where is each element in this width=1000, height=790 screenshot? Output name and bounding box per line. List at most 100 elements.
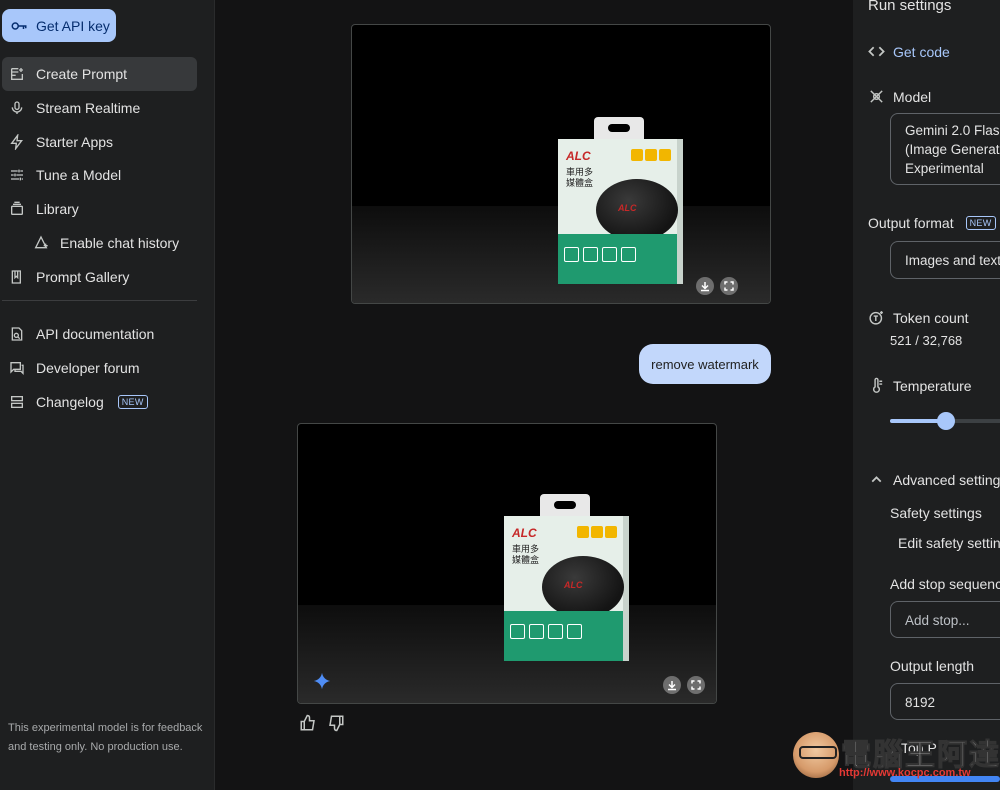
user-message-bubble: remove watermark <box>639 344 771 384</box>
tune-icon <box>8 166 26 184</box>
output-image[interactable]: ALC 車用多媒體盒 ALC <box>297 423 717 704</box>
sidebar-item-starter-apps[interactable]: Starter Apps <box>2 125 197 159</box>
site-watermark: 電腦王阿達 http://www.kocpc.com.tw <box>793 730 1000 785</box>
thermometer-icon <box>872 377 883 393</box>
input-image[interactable]: ALC 車用多媒體盒 ALC <box>351 24 771 304</box>
advanced-settings-label: Advanced settings <box>893 471 1000 488</box>
download-icon[interactable] <box>663 676 681 694</box>
product-disc: ALC <box>596 179 678 241</box>
box-band-icons <box>564 247 636 262</box>
experimental-disclaimer: This experimental model is for feedback … <box>8 722 203 753</box>
get-api-key-label: Get API key <box>36 17 110 34</box>
sidebar-item-changelog[interactable]: Changelog NEW <box>2 385 197 419</box>
sidebar-item-developer-forum[interactable]: Developer forum <box>2 351 197 385</box>
output-format-section: Output format NEW <box>868 215 996 231</box>
sidebar-divider <box>2 300 197 301</box>
model-label: Model <box>893 88 932 105</box>
output-format-select[interactable]: Images and text <box>890 241 1000 279</box>
token-count-label: Token count <box>893 309 969 326</box>
sidebar-item-label: Prompt Gallery <box>36 269 130 285</box>
image-actions <box>696 277 738 295</box>
get-code-label: Get code <box>893 43 950 60</box>
sidebar-item-create-prompt[interactable]: Create Prompt <box>2 57 197 91</box>
download-icon[interactable] <box>696 277 714 295</box>
box-product-text: 車用多媒體盒 <box>566 167 594 188</box>
chevron-up-icon <box>871 476 882 483</box>
temperature-label: Temperature <box>893 377 972 394</box>
get-api-key-button[interactable]: Get API key <box>2 9 116 42</box>
box-body: ALC 車用多媒體盒 ALC <box>558 139 683 284</box>
model-value-line: Experimental <box>905 161 984 176</box>
sidebar: Get API key Create Prompt Stream Realtim… <box>0 0 215 790</box>
get-code-button[interactable]: Get code <box>868 43 950 60</box>
microphone-icon <box>8 99 26 117</box>
sidebar-item-label: Changelog <box>36 394 104 410</box>
disc-logo: ALC <box>618 203 637 213</box>
sidebar-item-tune-model[interactable]: Tune a Model <box>2 158 197 192</box>
box-brand: ALC <box>512 526 537 540</box>
box-band-icons <box>510 624 582 639</box>
sidebar-item-api-documentation[interactable]: API documentation <box>2 317 197 351</box>
gemini-sparkle-icon <box>313 672 331 690</box>
box-feature-icons <box>577 526 617 538</box>
book-icon <box>8 268 26 286</box>
stop-sequence-input[interactable]: Add stop... <box>890 601 1000 638</box>
output-length-input[interactable]: 8192 <box>890 683 1000 720</box>
model-section: Model <box>868 88 931 105</box>
library-icon <box>8 200 26 218</box>
token-count-section: Token count <box>868 309 969 326</box>
model-selector[interactable]: Gemini 2.0 Flash (Image Generation) Expe… <box>890 113 1000 185</box>
create-prompt-icon <box>8 65 26 83</box>
sidebar-item-label: Enable chat history <box>60 235 180 251</box>
watermark-url: http://www.kocpc.com.tw <box>839 767 971 779</box>
temperature-slider-knob[interactable] <box>937 412 956 430</box>
key-icon <box>11 21 27 30</box>
new-badge: NEW <box>117 395 148 409</box>
forum-icon <box>8 359 26 377</box>
fullscreen-icon[interactable] <box>720 277 738 295</box>
fullscreen-icon[interactable] <box>687 676 705 694</box>
token-icon <box>869 311 883 325</box>
chat-area: ALC 車用多媒體盒 ALC remove watermark ALC 車用多媒… <box>215 0 853 790</box>
feedback-buttons <box>299 714 345 732</box>
temperature-section: Temperature <box>868 377 972 394</box>
stop-sequence-placeholder: Add stop... <box>905 613 970 628</box>
changelog-icon <box>8 393 26 411</box>
bolt-icon <box>8 133 26 151</box>
sidebar-item-library[interactable]: Library <box>2 192 197 226</box>
sidebar-item-stream-realtime[interactable]: Stream Realtime <box>2 91 197 125</box>
sidebar-item-label: API documentation <box>36 326 155 342</box>
thumbs-up-icon[interactable] <box>299 714 317 732</box>
token-count-value: 521 / 32,768 <box>890 333 963 348</box>
sidebar-item-label: Starter Apps <box>36 134 114 150</box>
code-icon <box>868 46 885 57</box>
docs-icon <box>8 325 26 343</box>
sidebar-item-label: Create Prompt <box>36 66 128 82</box>
output-format-value: Images and text <box>905 253 1000 268</box>
sidebar-item-label: Stream Realtime <box>36 100 141 116</box>
stop-sequence-label: Add stop sequence <box>890 576 1000 592</box>
safety-settings-label: Safety settings <box>890 505 982 521</box>
sidebar-item-label: Tune a Model <box>36 167 122 183</box>
model-value-line: Gemini 2.0 Flash <box>905 123 1000 138</box>
sidebar-item-label: Library <box>36 201 79 217</box>
box-product-text: 車用多媒體盒 <box>512 544 540 565</box>
output-length-label: Output length <box>890 658 975 674</box>
image-actions <box>663 676 705 694</box>
thumbs-down-icon[interactable] <box>327 714 345 732</box>
advanced-settings-toggle[interactable]: Advanced settings <box>868 471 1000 488</box>
box-feature-icons <box>631 149 671 161</box>
output-format-label: Output format <box>868 215 954 231</box>
sidebar-item-prompt-gallery[interactable]: Prompt Gallery <box>2 260 197 294</box>
edit-safety-settings-link[interactable]: Edit safety settings <box>898 535 1000 551</box>
run-settings-panel: Run settings Get code Model Gemini 2.0 F… <box>853 0 1000 790</box>
sidebar-item-enable-chat-history[interactable]: Enable chat history <box>26 226 197 260</box>
disc-logo: ALC <box>564 580 583 590</box>
box-body: ALC 車用多媒體盒 ALC <box>504 516 629 661</box>
chat-history-icon <box>32 234 50 252</box>
output-length-value: 8192 <box>905 695 936 710</box>
model-icon <box>870 90 883 103</box>
sidebar-item-label: Developer forum <box>36 360 140 376</box>
product-disc: ALC <box>542 556 624 618</box>
run-settings-title: Run settings <box>868 0 952 14</box>
